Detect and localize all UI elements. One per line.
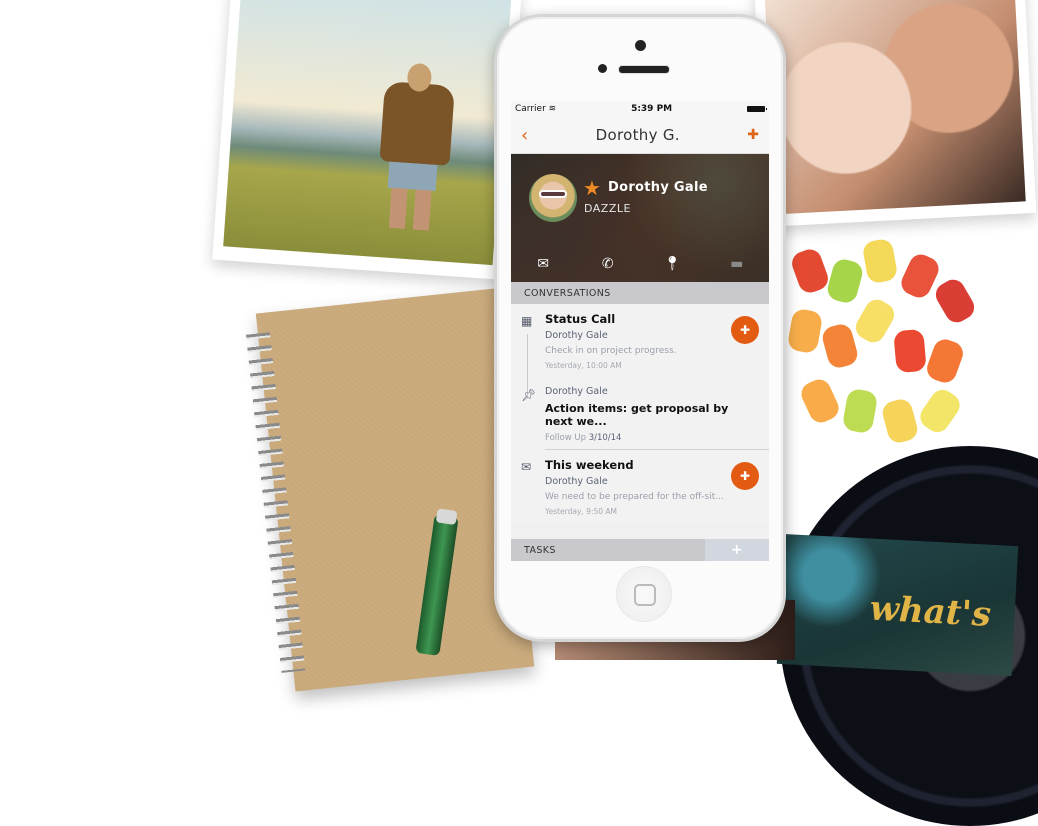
list-item[interactable]: 📌︎ Dorothy Gale Action items: get propos… xyxy=(511,376,769,449)
mail-icon: ✉ xyxy=(521,460,532,474)
follow-up: Follow Up 3/10/14 xyxy=(545,433,622,443)
item-timestamp: Yesterday, 9:50 AM xyxy=(545,507,618,516)
location-icon[interactable]: 📍︎ xyxy=(652,256,692,272)
item-title: Status Call xyxy=(545,312,616,326)
chevron-left-icon[interactable]: ‹ xyxy=(521,125,528,146)
album-cover: what's xyxy=(776,533,1019,677)
conversations-header: CONVERSATIONS xyxy=(511,282,769,304)
pin-add-button[interactable]: ✚ xyxy=(731,316,759,344)
item-title: This weekend xyxy=(545,458,634,472)
tasks-label: TASKS xyxy=(524,544,556,556)
landscape-photo xyxy=(212,0,522,280)
baby-photo xyxy=(753,0,1037,227)
wifi-icon: ≋ xyxy=(548,104,557,114)
contact-header: ★ Dorothy Gale DAZZLE ✉ ✆ 📍︎ ▬ xyxy=(511,154,769,282)
pin-icon: 📌︎ xyxy=(521,388,537,402)
calendar-icon: ▦ xyxy=(521,314,533,328)
front-camera xyxy=(635,40,646,51)
conversations-list: ▦ Status Call Dorothy Gale Check in on p… xyxy=(511,304,769,522)
item-contact: Dorothy Gale xyxy=(545,386,608,397)
list-item[interactable]: ✉ This weekend Dorothy Gale We need to b… xyxy=(511,450,769,522)
add-task-button[interactable]: + xyxy=(705,539,769,561)
proximity-sensor xyxy=(598,64,607,73)
email-icon[interactable]: ✉ xyxy=(523,256,563,272)
item-contact: Dorothy Gale xyxy=(545,476,608,487)
item-description: Check in on project progress. xyxy=(545,346,677,356)
gummy-bears xyxy=(785,237,1015,460)
status-bar: Carrier ≋ 5:39 PM xyxy=(511,101,769,117)
home-button[interactable] xyxy=(617,567,671,621)
earpiece-speaker xyxy=(618,65,670,74)
list-item[interactable]: ▦ Status Call Dorothy Gale Check in on p… xyxy=(511,304,769,376)
status-time: 5:39 PM xyxy=(631,104,673,114)
navigation-bar: ‹ Dorothy G. ✚ xyxy=(511,117,769,154)
item-description: We need to be prepared for the off-sit..… xyxy=(545,492,724,502)
notebook xyxy=(245,288,535,692)
carrier-label: Carrier ≋ xyxy=(515,104,557,114)
contact-actions: ✉ ✆ 📍︎ ▬ xyxy=(511,256,769,272)
contact-name: Dorothy Gale xyxy=(608,180,708,195)
page-title: Dorothy G. xyxy=(595,126,680,144)
avatar xyxy=(529,174,577,222)
item-contact: Dorothy Gale xyxy=(545,330,608,341)
pin-add-button[interactable]: ✚ xyxy=(731,462,759,490)
item-timestamp: Yesterday, 10:00 AM xyxy=(545,361,622,370)
message-icon[interactable]: ▬ xyxy=(717,256,757,272)
app-screen: Carrier ≋ 5:39 PM ‹ Dorothy G. ✚ ★ Dorot… xyxy=(511,101,769,561)
tasks-header: TASKS + xyxy=(511,539,769,561)
battery-icon xyxy=(747,106,767,112)
item-action: Action items: get proposal by next we... xyxy=(545,402,729,428)
pin-add-icon[interactable]: ✚ xyxy=(747,127,759,143)
iphone-mockup: Carrier ≋ 5:39 PM ‹ Dorothy G. ✚ ★ Dorot… xyxy=(494,14,786,642)
phone-icon[interactable]: ✆ xyxy=(588,256,628,272)
album-title: what's xyxy=(868,588,992,635)
contact-company: DAZZLE xyxy=(584,202,631,215)
star-icon[interactable]: ★ xyxy=(583,176,601,200)
